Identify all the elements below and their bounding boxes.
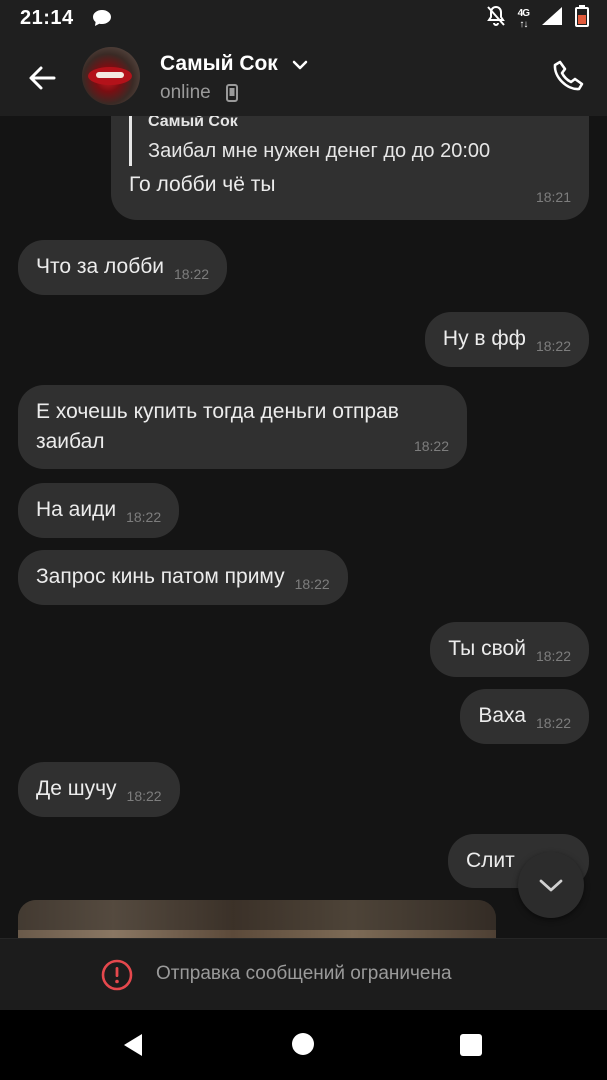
scroll-to-bottom-button[interactable]	[518, 852, 584, 918]
avatar[interactable]	[82, 47, 140, 105]
message-time: 18:22	[294, 576, 330, 592]
message-text-line: Е хочешь купить тогда деньги отправ	[36, 400, 399, 423]
chevron-down-icon[interactable]	[291, 58, 309, 77]
restriction-text: Отправка сообщений ограничена	[156, 963, 452, 984]
alert-circle-icon	[101, 959, 133, 996]
message-text: Го лобби чё ты	[129, 173, 276, 196]
reply-text: Заибал мне нужен денег до до 20:00	[148, 140, 491, 162]
reply-quote[interactable]: Самый Сок Заибал мне нужен денег до до 2…	[129, 116, 490, 166]
mobile-device-icon	[226, 84, 238, 107]
chat-bubble-icon	[92, 9, 112, 32]
message-text: Ну в фф	[442, 327, 526, 350]
restriction-bar: Отправка сообщений ограничена	[0, 938, 607, 1011]
message-bubble-incoming[interactable]: Запрос кинь патом приму 18:22	[18, 550, 348, 605]
nav-recent-icon[interactable]	[460, 1034, 482, 1056]
message-time: 18:22	[413, 438, 449, 454]
call-button[interactable]	[550, 58, 590, 98]
status-time: 21:14	[20, 7, 74, 29]
message-time: 18:22	[126, 509, 162, 525]
message-text: Запрос кинь патом приму	[36, 565, 285, 588]
message-bubble-outgoing[interactable]: Ты свой 18:22	[430, 622, 589, 677]
contact-status: online	[160, 82, 211, 103]
message-bubble-incoming[interactable]: Что за лобби 18:22	[18, 240, 228, 295]
message-text: Ты свой	[448, 637, 526, 660]
message-time: 18:22	[174, 266, 210, 282]
bell-off-icon	[486, 5, 506, 32]
back-button[interactable]	[22, 58, 62, 98]
network-label: 4G	[517, 7, 530, 19]
message-bubble-outgoing[interactable]: Ваха 18:22	[460, 689, 589, 744]
chevron-down-icon	[539, 879, 563, 892]
battery-icon	[575, 5, 589, 32]
message-text: Что за лобби	[36, 255, 164, 278]
back-arrow-icon	[29, 66, 56, 90]
message-time: 18:22	[535, 338, 571, 354]
message-bubble-incoming[interactable]: Де шучу 18:22	[18, 762, 180, 817]
reply-author: Самый Сок	[148, 116, 238, 130]
message-bubble-incoming[interactable]: Е хочешь купить тогда деньги отправ заиб…	[18, 385, 467, 469]
message-time: 18:21	[535, 189, 571, 205]
message-time: 18:22	[126, 788, 162, 804]
nav-back-icon[interactable]	[122, 1033, 144, 1062]
status-bar: 21:14 4G ↑↓	[0, 0, 607, 36]
message-text: На аиди	[36, 498, 117, 521]
message-text-line: заибал	[36, 430, 105, 453]
contact-name[interactable]: Самый Сок	[160, 52, 278, 76]
image-message-preview[interactable]	[18, 900, 496, 938]
message-list[interactable]: Самый Сок Заибал мне нужен денег до до 2…	[0, 116, 607, 938]
message-time: 18:22	[535, 648, 571, 664]
system-nav-bar	[0, 1010, 607, 1080]
message-bubble-outgoing[interactable]: Ну в фф 18:22	[424, 312, 589, 367]
message-text: Ваха	[478, 704, 526, 727]
message-bubble-outgoing[interactable]: Самый Сок Заибал мне нужен денег до до 2…	[111, 116, 589, 220]
message-text: Де шучу	[36, 777, 117, 800]
phone-call-icon	[553, 60, 584, 91]
message-text: Слит	[466, 849, 515, 872]
message-time: 18:22	[535, 715, 571, 731]
nav-home-icon[interactable]	[292, 1033, 314, 1055]
network-indicator: 4G ↑↓	[517, 7, 530, 30]
chat-header: Самый Сок online	[0, 36, 607, 116]
signal-icon	[541, 6, 563, 31]
message-bubble-incoming[interactable]: На аиди 18:22	[18, 483, 180, 538]
